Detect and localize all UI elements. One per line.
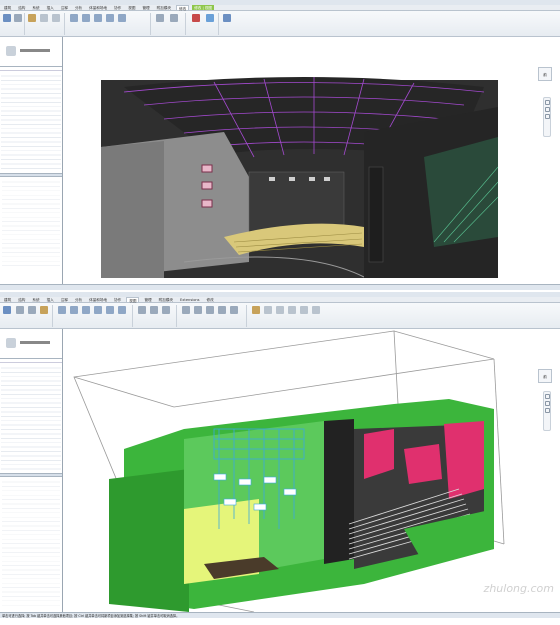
tab-modify-view[interactable]: 修改 | 视图 <box>192 5 215 10</box>
legends-icon[interactable] <box>138 306 146 314</box>
properties-grid[interactable] <box>1 72 61 172</box>
type-selector[interactable] <box>0 37 62 67</box>
type-name <box>20 49 50 52</box>
view-range-icon[interactable] <box>156 14 164 22</box>
tab-insert[interactable]: 插入 <box>45 5 56 10</box>
tab-structure[interactable]: 结构 <box>16 297 27 302</box>
view-cube[interactable]: 前 <box>538 67 552 81</box>
title-block-icon[interactable] <box>194 306 202 314</box>
tab-view[interactable]: 视图 <box>126 297 140 303</box>
tab-collaborate[interactable]: 协作 <box>112 297 123 302</box>
project-browser-tree[interactable] <box>2 478 60 606</box>
tab-architecture[interactable]: 建筑 <box>2 297 13 302</box>
section-icon[interactable] <box>70 306 78 314</box>
switch-windows-icon[interactable] <box>252 306 260 314</box>
tile-icon[interactable] <box>300 306 308 314</box>
properties-tool-icon[interactable] <box>14 14 22 22</box>
tab-manage[interactable]: 管理 <box>142 297 153 302</box>
tab-systems[interactable]: 系统 <box>30 297 41 302</box>
steering-wheel-icon[interactable] <box>544 100 550 105</box>
ribbon-panel <box>0 11 560 37</box>
replicate-icon[interactable] <box>276 306 284 314</box>
status-bar: 单击可进行选择; 按 Tab 键并单击可选择其他项目; 按 Ctrl 键并单击可… <box>0 612 560 618</box>
filters-icon[interactable] <box>28 306 36 314</box>
navigation-bar[interactable] <box>543 97 551 137</box>
rotate-icon[interactable] <box>94 14 102 22</box>
tab-analyze[interactable]: 分析 <box>73 297 84 302</box>
tab-massing[interactable]: 体量和场地 <box>87 5 109 10</box>
tab-architecture[interactable]: 建筑 <box>2 5 13 10</box>
watermark-text: zhulong.com <box>483 582 554 595</box>
properties-grid[interactable] <box>1 364 61 472</box>
status-bar <box>0 284 560 290</box>
visibility-graphics-icon[interactable] <box>16 306 24 314</box>
tab-extensions[interactable]: Extensions <box>178 297 202 302</box>
tab-structure[interactable]: 结构 <box>16 5 27 10</box>
tab-insert[interactable]: 插入 <box>45 297 56 302</box>
type-selector[interactable] <box>0 329 62 359</box>
zoom-icon[interactable] <box>544 107 550 112</box>
tab-view[interactable]: 视图 <box>126 5 137 10</box>
view-cube[interactable]: 前 <box>538 369 552 383</box>
modify-tool-icon[interactable] <box>3 306 11 314</box>
sheet-icon[interactable] <box>182 306 190 314</box>
tab-addins[interactable]: 附加模块 <box>157 297 175 302</box>
tab-modify[interactable]: 修改 <box>205 297 216 302</box>
properties-and-browser <box>0 329 63 612</box>
navigation-bar[interactable] <box>543 391 551 431</box>
section-box-icon[interactable] <box>206 14 214 22</box>
steering-wheel-icon[interactable] <box>544 394 550 399</box>
tab-manage[interactable]: 管理 <box>140 5 151 10</box>
orbit-icon[interactable] <box>544 114 550 119</box>
view-reference-icon[interactable] <box>218 306 226 314</box>
tab-collaborate[interactable]: 协作 <box>112 5 123 10</box>
join-icon[interactable] <box>52 14 60 22</box>
orbit-icon[interactable] <box>544 408 550 413</box>
revit-window-top: 建筑 结构 系统 插入 注释 分析 体量和场地 协作 视图 管理 附加模块 修改… <box>0 0 560 290</box>
auditorium-render <box>101 77 499 278</box>
cascade-icon[interactable] <box>288 306 296 314</box>
elevation-icon[interactable] <box>106 306 114 314</box>
move-icon[interactable] <box>70 14 78 22</box>
scope-box-icon[interactable] <box>162 306 170 314</box>
paste-icon[interactable] <box>28 14 36 22</box>
revisions-icon[interactable] <box>230 306 238 314</box>
building-section-render <box>73 330 505 613</box>
tab-annotate[interactable]: 注释 <box>59 5 70 10</box>
tab-annotate[interactable]: 注释 <box>59 297 70 302</box>
project-browser-tree[interactable] <box>2 178 60 266</box>
cut-icon[interactable] <box>40 14 48 22</box>
3d-view-icon[interactable] <box>58 306 66 314</box>
plan-views-icon[interactable] <box>94 306 102 314</box>
properties-and-browser <box>0 37 63 284</box>
zoom-icon[interactable] <box>544 401 550 406</box>
revit-window-bottom: 建筑 结构 系统 插入 注释 分析 体量和场地 协作 视图 管理 附加模块 Ex… <box>0 292 560 625</box>
array-icon[interactable] <box>118 14 126 22</box>
selection-box-icon[interactable] <box>223 14 231 22</box>
view-canvas-3d[interactable]: 前 <box>64 37 560 284</box>
ribbon-panel <box>0 303 560 329</box>
mirror-icon[interactable] <box>106 14 114 22</box>
user-interface-icon[interactable] <box>312 306 320 314</box>
hide-element-icon[interactable] <box>192 14 200 22</box>
type-name <box>20 341 50 344</box>
3d-view-icon <box>6 338 16 348</box>
view-canvas-3d[interactable]: 前 <box>64 329 560 613</box>
tab-massing[interactable]: 体量和场地 <box>87 297 109 302</box>
callout-icon[interactable] <box>82 306 90 314</box>
copy-icon[interactable] <box>82 14 90 22</box>
modify-tool-icon[interactable] <box>3 14 11 22</box>
tab-addins[interactable]: 附加模块 <box>155 5 173 10</box>
close-hidden-icon[interactable] <box>264 306 272 314</box>
tab-modify[interactable]: 修改 <box>176 5 190 11</box>
thin-lines-icon[interactable] <box>40 306 48 314</box>
drafting-view-icon[interactable] <box>118 306 126 314</box>
matchline-icon[interactable] <box>206 306 214 314</box>
tab-analyze[interactable]: 分析 <box>73 5 84 10</box>
schedules-icon[interactable] <box>150 306 158 314</box>
tab-systems[interactable]: 系统 <box>30 5 41 10</box>
3d-view-icon <box>6 46 16 56</box>
crop-icon[interactable] <box>170 14 178 22</box>
